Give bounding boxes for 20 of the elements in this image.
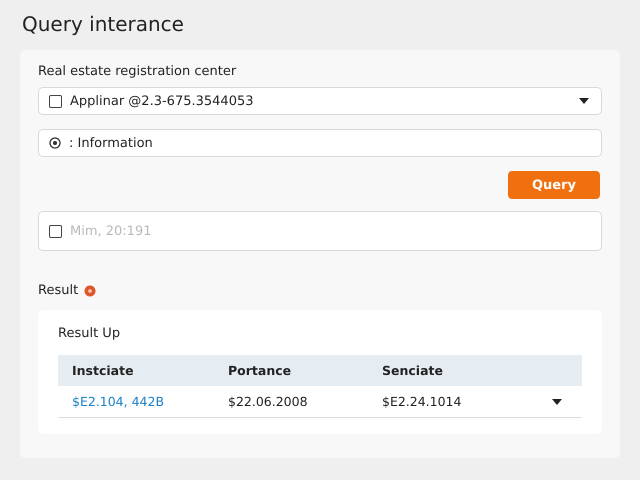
result-label: Result [38,283,78,298]
checkbox[interactable] [49,94,62,108]
column-header: Portance [227,363,292,378]
caret-icon[interactable] [552,398,562,404]
form-label: Real estate registration center [38,64,238,79]
table-row[interactable]: $E2.104, 442B $22.06.2008 $E2.24.1014 [58,386,582,418]
select-field[interactable]: Applinar @2.3-675.3544053 [38,87,602,115]
table-link[interactable]: $E2.104, 442B [58,394,214,409]
table-cell-text: $E2.24.1014 [381,394,462,409]
caret-icon[interactable] [579,98,589,104]
input-field[interactable]: : Information [38,129,602,157]
table-cell-text: $22.06.2008 [227,394,309,409]
panel-title: Result Up [58,326,122,341]
date-field[interactable]: Mim, 20:191 [38,211,602,251]
column-header: Senciate [381,363,444,378]
page-title: Query interance [22,12,185,36]
column-header: Instciate [71,363,135,378]
checkbox[interactable] [49,224,62,238]
input-field[interactable]: Mim, 20:191 [70,224,589,238]
radio-icon [49,137,61,149]
